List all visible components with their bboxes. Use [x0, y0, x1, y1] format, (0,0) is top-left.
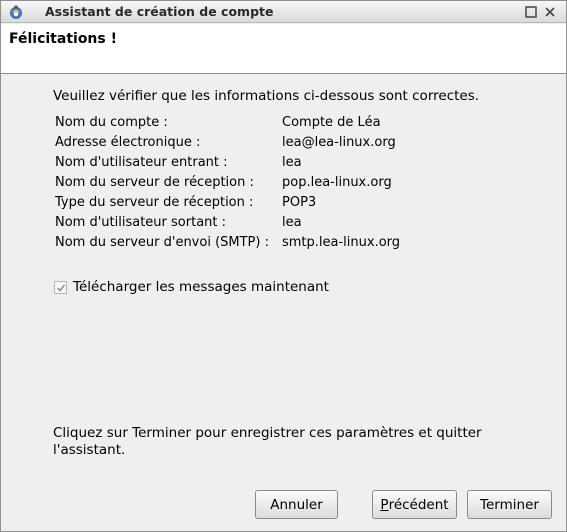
summary-label: Nom du serveur de réception :: [55, 175, 254, 190]
summary-value: lea: [282, 215, 302, 230]
download-now-label[interactable]: Télécharger les messages maintenant: [73, 279, 329, 295]
summary-row: Nom d'utilisateur entrant : lea: [55, 155, 455, 175]
download-now-option[interactable]: Télécharger les messages maintenant: [54, 279, 329, 295]
summary-label: Nom du compte :: [55, 115, 168, 130]
summary-label: Nom d'utilisateur sortant :: [55, 215, 227, 230]
finish-instructions: Cliquez sur Terminer pour enregistrer ce…: [53, 425, 482, 458]
back-label: récédent: [388, 496, 449, 513]
summary-row: Nom du serveur de réception : pop.lea-li…: [55, 175, 455, 195]
summary-label: Type du serveur de réception :: [55, 195, 254, 210]
back-mnemonic: P: [380, 496, 389, 513]
summary-value: Compte de Léa: [282, 115, 381, 130]
summary-row: Nom du compte : Compte de Léa: [55, 115, 455, 135]
back-button[interactable]: Précédent: [372, 490, 457, 519]
window-title: Assistant de création de compte: [45, 4, 274, 19]
close-icon[interactable]: [542, 4, 558, 20]
summary-value: smtp.lea-linux.org: [282, 235, 401, 250]
title-bar[interactable]: Assistant de création de compte: [1, 1, 566, 23]
summary-value: lea: [282, 155, 302, 170]
summary-label: Nom du serveur d'envoi (SMTP) :: [55, 235, 269, 250]
summary-row: Nom d'utilisateur sortant : lea: [55, 215, 455, 235]
checkmark-icon: [56, 284, 66, 292]
maximize-icon[interactable]: [523, 4, 539, 20]
finish-button[interactable]: Terminer: [467, 490, 552, 519]
summary-row: Adresse électronique : lea@lea-linux.org: [55, 135, 455, 155]
account-wizard-window: Assistant de création de compte Félicita…: [0, 0, 567, 532]
summary-label: Adresse électronique :: [55, 135, 201, 150]
cancel-button[interactable]: Annuler: [255, 490, 338, 519]
intro-text: Veuillez vérifier que les informations c…: [53, 88, 480, 104]
summary-value: pop.lea-linux.org: [282, 175, 392, 190]
summary-label: Nom d'utilisateur entrant :: [55, 155, 228, 170]
summary-row: Nom du serveur d'envoi (SMTP) : smtp.lea…: [55, 235, 455, 255]
page-title: Félicitations !: [9, 31, 117, 47]
wizard-header: Félicitations !: [1, 24, 566, 74]
thunderbird-app-icon[interactable]: [8, 4, 24, 20]
download-now-checkbox[interactable]: [54, 280, 67, 294]
summary-row: Type du serveur de réception : POP3: [55, 195, 455, 215]
summary-value: lea@lea-linux.org: [282, 135, 396, 150]
summary-value: POP3: [282, 195, 317, 210]
summary-table: Nom du compte : Compte de Léa Adresse él…: [55, 115, 455, 255]
